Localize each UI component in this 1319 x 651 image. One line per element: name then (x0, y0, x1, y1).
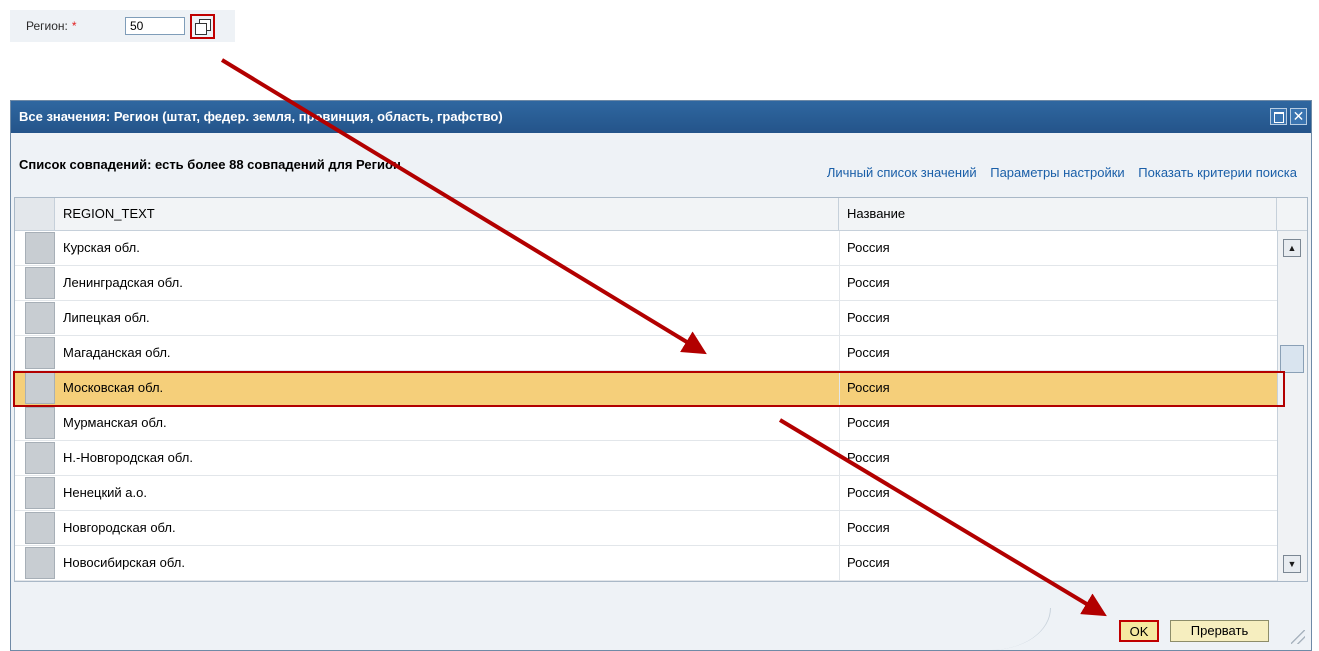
cancel-button[interactable]: Прервать (1170, 620, 1269, 642)
cell-region-text: Новгородская обл. (63, 520, 176, 535)
scroll-up-button[interactable]: ▲ (1283, 239, 1301, 257)
column-divider (839, 231, 840, 265)
row-selector[interactable] (25, 337, 55, 369)
dialog-footer: OK Прервать (11, 598, 1311, 650)
table-row[interactable]: Липецкая обл. Россия (15, 301, 1277, 336)
required-mark: * (71, 19, 77, 33)
column-divider (839, 441, 840, 475)
table-row[interactable]: Ненецкий а.о. Россия (15, 476, 1277, 511)
maximize-button[interactable] (1270, 108, 1287, 125)
table-row[interactable]: Ленинградская обл. Россия (15, 266, 1277, 301)
cell-region-text: Новосибирская обл. (63, 555, 185, 570)
cell-name: Россия (847, 345, 890, 360)
value-help-icon-back (195, 23, 207, 35)
close-button[interactable]: ✕ (1290, 108, 1307, 125)
cell-region-text: Липецкая обл. (63, 310, 150, 325)
cell-region-text: Магаданская обл. (63, 345, 171, 360)
cell-name: Россия (847, 310, 890, 325)
cell-name: Россия (847, 520, 890, 535)
region-input[interactable]: 50 (125, 17, 185, 35)
column-header-name[interactable]: Название (839, 198, 1277, 230)
row-selector[interactable] (25, 267, 55, 299)
scroll-thumb[interactable] (1280, 345, 1304, 373)
cell-region-text: Курская обл. (63, 240, 140, 255)
scroll-down-button[interactable]: ▼ (1283, 555, 1301, 573)
row-selector[interactable] (25, 302, 55, 334)
row-selector[interactable] (25, 547, 55, 579)
cell-region-text: Ненецкий а.о. (63, 485, 147, 500)
table-row[interactable]: Новосибирская обл. Россия (15, 546, 1277, 581)
cell-name: Россия (847, 240, 890, 255)
column-divider (839, 406, 840, 440)
table-row[interactable]: Курская обл. Россия (15, 231, 1277, 266)
select-all-cell[interactable] (15, 198, 55, 230)
table-header: REGION_TEXT Название (15, 198, 1307, 231)
column-divider (839, 266, 840, 300)
column-divider (839, 476, 840, 510)
resize-grip[interactable] (1291, 630, 1305, 644)
dialog-title: Все значения: Регион (штат, федер. земля… (19, 109, 503, 124)
column-divider (839, 301, 840, 335)
column-divider (839, 336, 840, 370)
row-selector[interactable] (25, 232, 55, 264)
row-selector[interactable] (25, 512, 55, 544)
table-row[interactable]: Магаданская обл. Россия (15, 336, 1277, 371)
settings-link[interactable]: Параметры настройки (990, 165, 1124, 180)
cell-region-text: Н.-Новгородская обл. (63, 450, 193, 465)
show-search-criteria-link[interactable]: Показать критерии поиска (1138, 165, 1297, 180)
cell-name: Россия (847, 275, 890, 290)
selected-row-annotation (13, 371, 1285, 407)
dialog-links: Личный список значений Параметры настрой… (817, 165, 1297, 180)
row-selector[interactable] (25, 477, 55, 509)
cell-name: Россия (847, 450, 890, 465)
dialog-titlebar[interactable]: Все значения: Регион (штат, федер. земля… (11, 101, 1311, 133)
column-header-region-text[interactable]: REGION_TEXT (55, 198, 839, 230)
column-divider (839, 546, 840, 580)
cell-name: Россия (847, 555, 890, 570)
row-selector[interactable] (25, 442, 55, 474)
list-title: Список совпадений: есть более 88 совпаде… (19, 157, 401, 172)
column-divider (839, 511, 840, 545)
value-help-button[interactable] (190, 14, 215, 39)
footer-decoration (11, 608, 1051, 650)
cell-name: Россия (847, 485, 890, 500)
table-row[interactable]: Мурманская обл. Россия (15, 406, 1277, 441)
ok-button[interactable]: OK (1119, 620, 1159, 642)
row-selector[interactable] (25, 407, 55, 439)
cell-region-text: Мурманская обл. (63, 415, 167, 430)
personal-list-link[interactable]: Личный список значений (827, 165, 977, 180)
table-row[interactable]: Новгородская обл. Россия (15, 511, 1277, 546)
table-row[interactable]: Н.-Новгородская обл. Россия (15, 441, 1277, 476)
cell-region-text: Ленинградская обл. (63, 275, 183, 290)
region-label: Регион: * (26, 19, 77, 33)
cell-name: Россия (847, 415, 890, 430)
